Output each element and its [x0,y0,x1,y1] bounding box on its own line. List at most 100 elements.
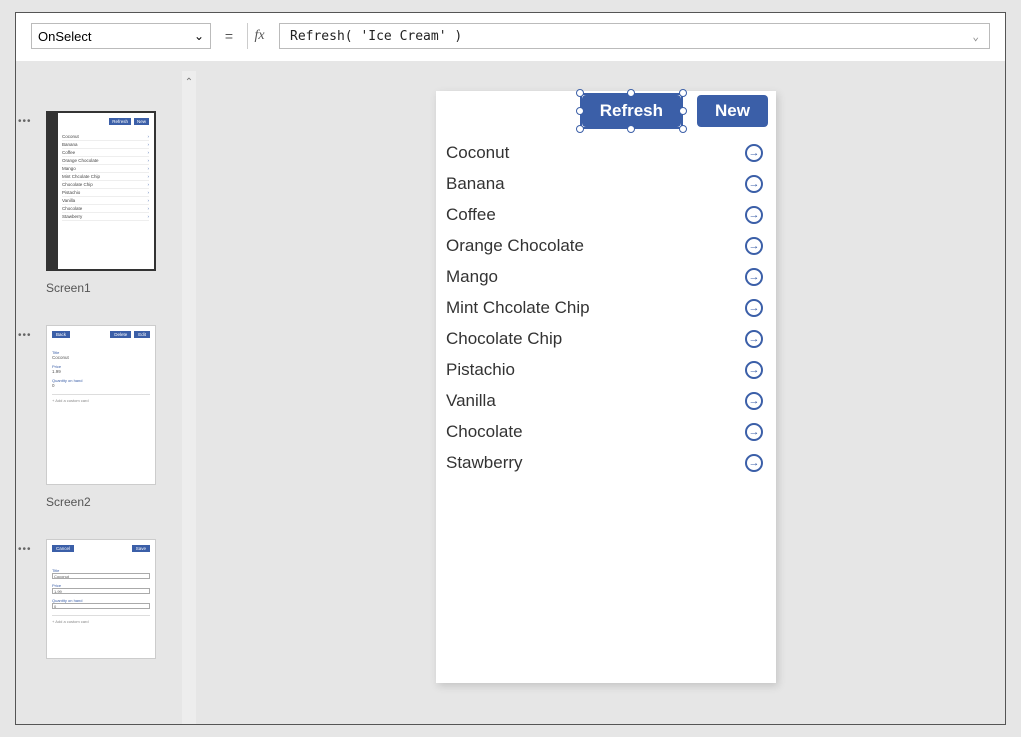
thumb-sidebar [48,113,58,269]
app-frame: OnSelect ⌄ = fx Refresh( 'Ice Cream' ) ⌄… [15,12,1006,725]
list-item-title: Coffee [446,205,496,225]
thumb-list-item: Vanilla [62,197,149,205]
list-item[interactable]: Coconut → [446,137,766,168]
resize-handle[interactable] [679,107,687,115]
thumb-list-item: Pistachio [62,189,149,197]
thumb-save-button: Save [132,545,150,552]
list-item-title: Mango [446,267,498,287]
resize-handle[interactable] [576,89,584,97]
list-item-title: Orange Chocolate [446,236,584,256]
thumb-list-item: Banana [62,141,149,149]
list-item[interactable]: Pistachio → [446,354,766,385]
list-item[interactable]: Orange Chocolate → [446,230,766,261]
list-item-title: Chocolate [446,422,523,442]
thumb-list-item: Mango [62,165,149,173]
property-dropdown-value: OnSelect [38,29,91,44]
gallery[interactable]: Coconut → Banana → Coffee → Orange Choco… [446,137,766,478]
list-item[interactable]: Mango → [446,261,766,292]
arrow-right-icon[interactable]: → [745,330,763,348]
more-icon[interactable]: ••• [18,116,32,127]
chevron-down-icon: ⌄ [972,30,979,43]
thumbnail-screen1[interactable]: ••• Refresh New Coconut Banana Coffee Or… [36,111,176,295]
formula-input[interactable]: Refresh( 'Ice Cream' ) ⌄ [279,23,990,49]
arrow-right-icon[interactable]: → [745,175,763,193]
thumb-list-item: Coconut [62,133,149,141]
list-item-title: Mint Chcolate Chip [446,298,590,318]
formula-bar: OnSelect ⌄ = fx Refresh( 'Ice Cream' ) ⌄ [31,23,990,49]
thumbnail-screen2[interactable]: ••• Back Delete Edit Title Coconut Price… [36,325,176,509]
thumb-cancel-button: Cancel [52,545,74,552]
new-button[interactable]: New [697,95,768,127]
list-item-title: Vanilla [446,391,496,411]
thumb-input: 0 [52,603,150,609]
thumbnail-preview: Back Delete Edit Title Coconut Price 1.9… [46,325,156,485]
thumb-add-card: + Add a custom card [52,615,150,624]
list-item-title: Banana [446,174,505,194]
thumb-new-button: New [134,118,149,125]
thumb-list-item: Orange Chocolate [62,157,149,165]
thumbnail-label: Screen1 [46,281,176,295]
thumbnails-list: ••• Refresh New Coconut Banana Coffee Or… [36,111,176,689]
arrow-right-icon[interactable]: → [745,299,763,317]
header-buttons: Refresh New [580,93,768,129]
equals-label: = [219,23,239,49]
canvas[interactable]: Refresh New Coconut → Ba [196,61,1005,724]
thumbnail-preview: Refresh New Coconut Banana Coffee Orange… [46,111,156,271]
property-dropdown[interactable]: OnSelect ⌄ [31,23,211,49]
thumb-list-item: Chocolate Chip [62,181,149,189]
thumb-list-item: Chocolate [62,205,149,213]
thumb-field-value: 0 [52,383,150,388]
list-item[interactable]: Coffee → [446,199,766,230]
resize-handle[interactable] [576,125,584,133]
screens-panel: ⌃ ••• Refresh New Coconut Banana Coffee … [16,61,196,724]
thumb-input: 1.99 [52,588,150,594]
selected-control[interactable]: Refresh [580,93,683,129]
fx-label: fx [247,23,271,49]
list-item-title: Coconut [446,143,509,163]
thumbnail-screen3[interactable]: ••• Cancel Save Title Coconut Price 1.99… [36,539,176,659]
resize-handle[interactable] [576,107,584,115]
resize-handle[interactable] [679,125,687,133]
arrow-right-icon[interactable]: → [745,454,763,472]
list-item[interactable]: Chocolate → [446,416,766,447]
thumb-list: Coconut Banana Coffee Orange Chocolate M… [62,133,149,221]
thumb-list-item: Stawberry [62,213,149,221]
arrow-right-icon[interactable]: → [745,268,763,286]
list-item[interactable]: Stawberry → [446,447,766,478]
list-item-title: Chocolate Chip [446,329,562,349]
thumbnail-preview: Cancel Save Title Coconut Price 1.99 Qua… [46,539,156,659]
arrow-right-icon[interactable]: → [745,361,763,379]
thumbnail-label: Screen2 [46,495,176,509]
arrow-right-icon[interactable]: → [745,206,763,224]
more-icon[interactable]: ••• [18,544,32,555]
arrow-right-icon[interactable]: → [745,423,763,441]
list-item-title: Stawberry [446,453,523,473]
thumb-delete-button: Delete [110,331,131,338]
formula-expression: Refresh( 'Ice Cream' ) [290,29,462,44]
refresh-button[interactable]: Refresh [582,95,681,127]
scrollbar[interactable]: ⌃ [182,71,196,724]
thumb-edit-button: Edit [134,331,150,338]
list-item[interactable]: Chocolate Chip → [446,323,766,354]
list-item[interactable]: Vanilla → [446,385,766,416]
resize-handle[interactable] [679,89,687,97]
thumb-field-value: 1.99 [52,369,150,374]
more-icon[interactable]: ••• [18,330,32,341]
scroll-up-icon[interactable]: ⌃ [182,77,196,88]
thumb-field-value: Coconut [52,355,150,360]
arrow-right-icon[interactable]: → [745,144,763,162]
arrow-right-icon[interactable]: → [745,392,763,410]
list-item[interactable]: Mint Chcolate Chip → [446,292,766,323]
thumb-list-item: Mint Chcolate Chip [62,173,149,181]
thumb-refresh-button: Refresh [109,118,131,125]
list-item-title: Pistachio [446,360,515,380]
resize-handle[interactable] [627,125,635,133]
arrow-right-icon[interactable]: → [745,237,763,255]
list-item[interactable]: Banana → [446,168,766,199]
thumb-list-item: Coffee [62,149,149,157]
thumb-input: Coconut [52,573,150,579]
thumb-back-button: Back [52,331,70,338]
chevron-down-icon: ⌄ [194,29,204,43]
app-preview: Refresh New Coconut → Ba [436,91,776,683]
thumb-add-card: + Add a custom card [52,394,150,403]
